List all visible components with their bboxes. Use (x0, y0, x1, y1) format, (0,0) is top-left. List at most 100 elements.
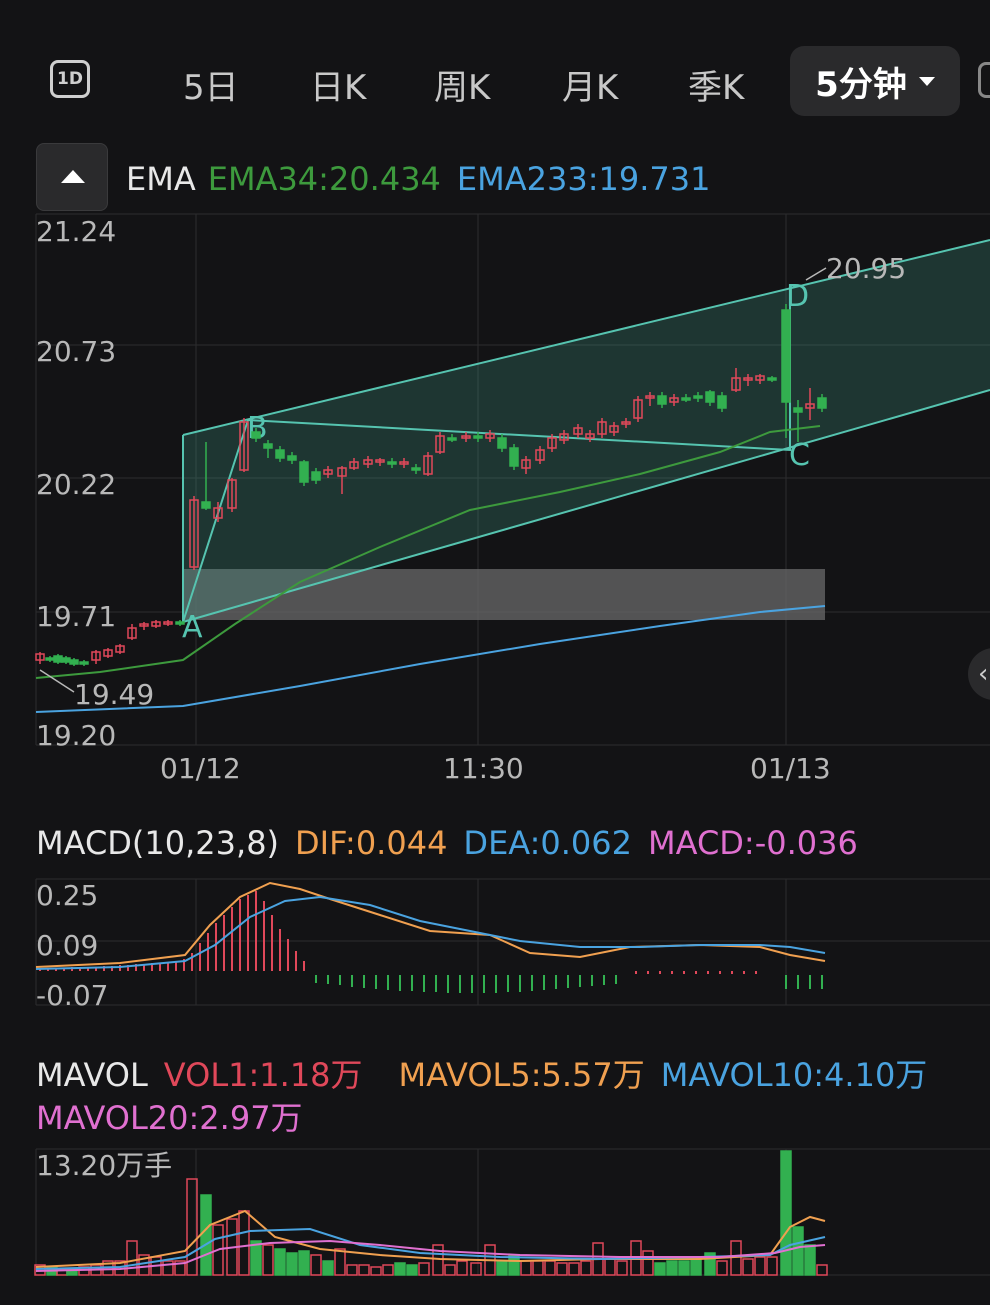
volume-bar (654, 1262, 666, 1276)
candle-body (717, 395, 727, 409)
x-tick-0112: 01/12 (160, 752, 241, 785)
candle-body (793, 407, 803, 413)
ema233-value: EMA233:19.731 (456, 160, 711, 198)
mavol-label: MAVOL (36, 1056, 148, 1094)
volume-bar (238, 1210, 250, 1276)
volume-bar (804, 1244, 816, 1276)
volume-legend-line-1: MAVOL VOL1:1.18万 MAVOL5:5.57万 MAVOL10:4.10万 (36, 1050, 943, 1096)
volume-bar (470, 1262, 482, 1276)
volume-bar (792, 1226, 804, 1276)
candle-body (251, 431, 261, 439)
point-a-label: A (182, 610, 203, 645)
volume-bar (666, 1260, 678, 1276)
y-tick-19-71: 19.71 (36, 600, 116, 633)
high-annotation-line (805, 267, 827, 281)
point-d-label: D (786, 279, 809, 314)
tab-monthly-k[interactable]: 月K (562, 60, 618, 109)
collapse-indicator-button[interactable] (36, 143, 108, 211)
vol1-value: VOL1:1.18万 (163, 1056, 363, 1094)
volume-bar (370, 1266, 382, 1276)
volume-bar (286, 1252, 298, 1276)
candle-body (299, 461, 309, 483)
candle-body (45, 657, 55, 661)
candle-body (497, 437, 507, 449)
high-annotation: 20.95 (826, 252, 906, 285)
candle-body (79, 661, 89, 665)
low-annotation-line (39, 669, 75, 693)
macd-y-tick-0-09: 0.09 (36, 929, 98, 962)
candle-body (263, 443, 273, 449)
candle-body (817, 397, 827, 409)
low-annotation: 19.49 (74, 678, 154, 711)
macd-histogram (39, 891, 823, 993)
candle-body (705, 391, 715, 403)
volume-bar (346, 1264, 358, 1276)
tab-weekly-k[interactable]: 周K (434, 60, 490, 109)
candle-body (681, 397, 691, 401)
ema-legend: EMA EMA34:20.434 EMA233:19.731 (126, 160, 726, 198)
volume-bar (456, 1260, 468, 1276)
x-tick-1130: 11:30 (443, 752, 524, 785)
dif-line (35, 881, 826, 968)
x-tick-0113: 01/13 (750, 752, 831, 785)
macd-chart[interactable]: 0.25 0.09 -0.07 (0, 875, 990, 1010)
volume-bar (200, 1194, 212, 1276)
volume-bar (544, 1260, 556, 1276)
volume-bar (496, 1260, 508, 1276)
macd-y-tick-0-25: 0.25 (36, 879, 98, 912)
volume-bar (418, 1262, 430, 1276)
volume-bar (642, 1250, 654, 1276)
y-tick-21-24: 21.24 (36, 215, 116, 248)
volume-bar (322, 1260, 334, 1276)
volume-bar (742, 1258, 754, 1276)
candle-body (53, 655, 63, 663)
volume-legend-line-2: MAVOL20:2.97万 (36, 1093, 319, 1139)
one-day-icon[interactable]: 1D (50, 60, 90, 98)
volume-y-tick-max: 13.20万手 (36, 1149, 172, 1182)
candle-body (767, 377, 777, 381)
point-c-label: C (789, 438, 810, 473)
candle-body (387, 461, 397, 465)
mavol20-value: MAVOL20:2.97万 (36, 1099, 303, 1137)
mavol5-value: MAVOL5:5.57万 (398, 1056, 645, 1094)
tab-daily-k[interactable]: 日K (310, 60, 366, 109)
point-b-label: B (247, 411, 268, 446)
candle-body (411, 467, 421, 471)
volume-bar (678, 1260, 690, 1276)
volume-bar (334, 1248, 346, 1276)
candle-body (175, 621, 185, 625)
macd-value: MACD:-0.036 (648, 824, 858, 862)
dif-value: DIF:0.044 (295, 824, 448, 862)
tab-5-day[interactable]: 5日 (183, 60, 239, 109)
mavol10-value: MAVOL10:4.10万 (660, 1056, 928, 1094)
price-channel-fill (183, 240, 990, 622)
volume-bar (382, 1264, 394, 1276)
y-tick-19-20: 19.20 (36, 719, 116, 752)
volume-bar (126, 1240, 138, 1276)
volume-bar (444, 1264, 456, 1276)
tab-5-minute-label: 5分钟 (815, 64, 907, 105)
volume-bar (568, 1262, 580, 1276)
volume-bar (274, 1248, 286, 1276)
candle-body (693, 395, 703, 399)
tab-quarterly-k[interactable]: 季K (688, 60, 744, 109)
volume-chart[interactable]: 13.20万手 (0, 1145, 990, 1285)
candle-body (509, 447, 519, 467)
dea-value: DEA:0.062 (463, 824, 632, 862)
price-chart[interactable]: A B C D 21.24 20.73 20.22 19.71 19.20 20… (0, 212, 990, 792)
volume-bar (816, 1264, 828, 1276)
volume-bar (262, 1244, 274, 1276)
candle-body (311, 471, 321, 481)
y-tick-20-73: 20.73 (36, 335, 116, 368)
candle-body (201, 501, 211, 509)
volume-bar (394, 1262, 406, 1276)
y-tick-20-22: 20.22 (36, 468, 116, 501)
volume-bar (532, 1260, 544, 1276)
candle-body (781, 309, 791, 403)
volume-bar (162, 1260, 174, 1276)
settings-icon[interactable] (978, 62, 990, 98)
candle-body (657, 395, 667, 405)
volume-bar (616, 1260, 628, 1276)
volume-bar (556, 1262, 568, 1276)
tab-5-minute-dropdown[interactable]: 5分钟 (790, 46, 960, 116)
